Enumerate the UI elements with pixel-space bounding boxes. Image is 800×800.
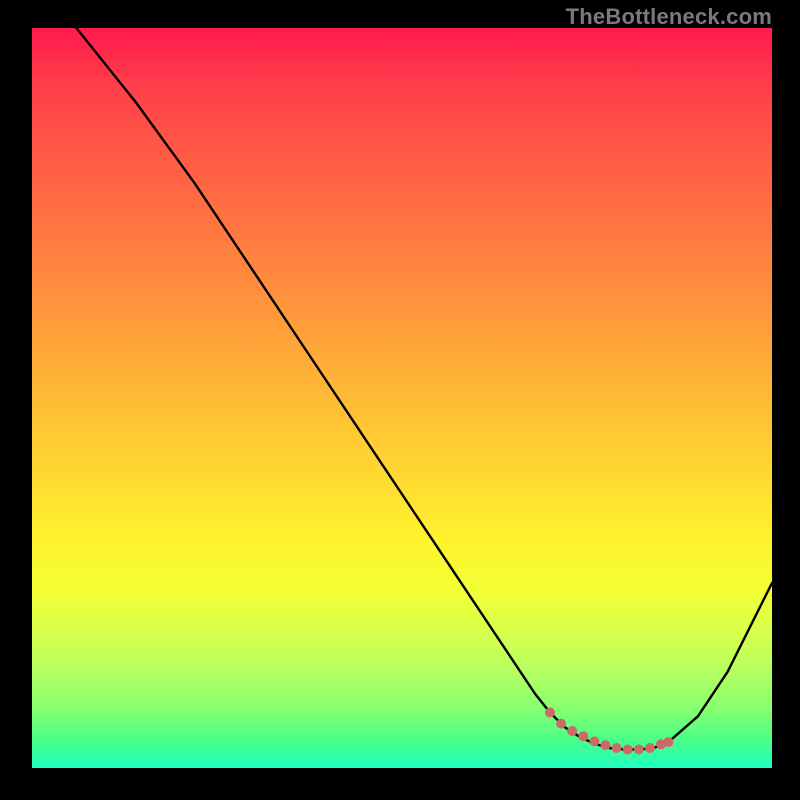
curve-layer xyxy=(32,28,772,768)
optimal-region-dots xyxy=(545,708,673,755)
chart-frame: TheBottleneck.com xyxy=(0,0,800,800)
bottleneck-curve xyxy=(32,28,772,750)
plot-area xyxy=(32,28,772,768)
attribution-text: TheBottleneck.com xyxy=(566,4,772,30)
